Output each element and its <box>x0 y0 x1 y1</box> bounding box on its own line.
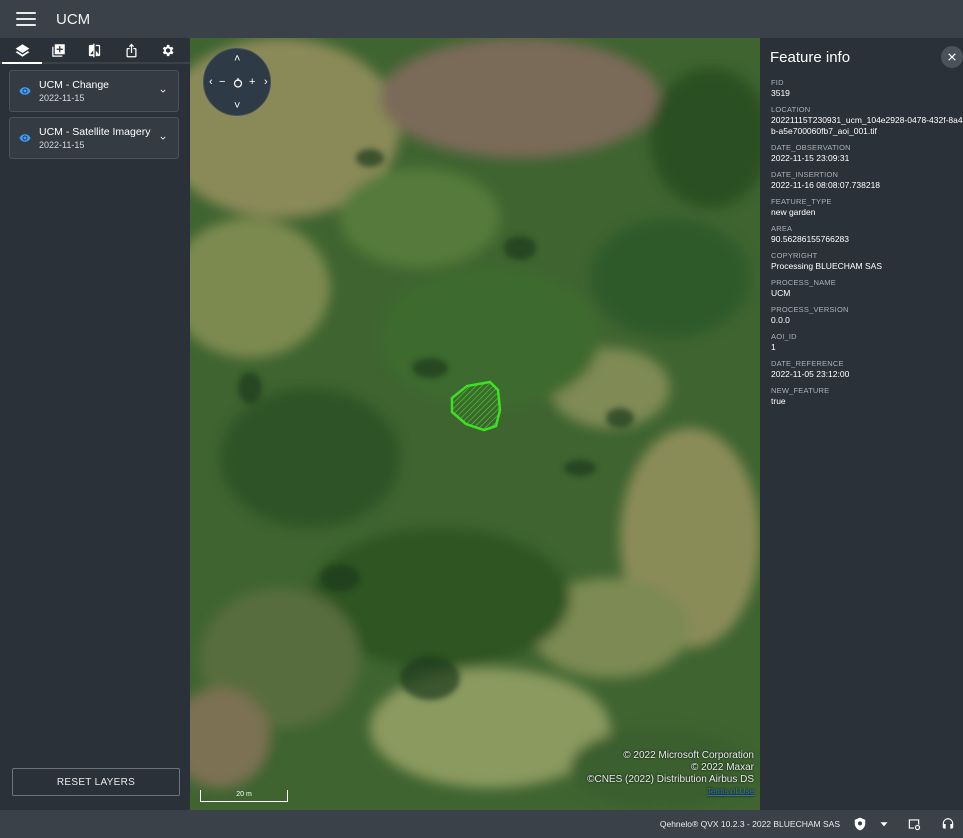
attribute-row: AREA 90.56286155766283 <box>771 223 963 245</box>
share-icon[interactable] <box>120 39 142 61</box>
attribute-value: Processing BLUECHAM SAS <box>771 261 883 271</box>
attribute-row: PROCESS_NAME UCM <box>771 277 963 299</box>
pan-down-icon[interactable]: ˅ <box>234 101 240 112</box>
attribution-line: ©CNES (2022) Distribution Airbus DS <box>587 774 754 785</box>
layer-name: UCM - Change <box>39 78 110 91</box>
shield-icon[interactable] <box>852 816 868 832</box>
attribute-row: NEW_FEATURE true <box>771 385 963 407</box>
close-icon <box>948 53 956 61</box>
menu-icon[interactable] <box>16 12 36 26</box>
map-attribution: © 2022 Microsoft Corporation © 2022 Maxa… <box>587 750 754 798</box>
attribute-value: 2022-11-15 23:09:31 <box>771 153 850 163</box>
attribute-key: NEW_FEATURE <box>771 386 830 395</box>
attribute-key: FEATURE_TYPE <box>771 197 832 206</box>
attribute-key: COPYRIGHT <box>771 251 818 260</box>
attribute-value: 1 <box>771 342 776 352</box>
attribute-value: 90.56286155766283 <box>771 234 849 244</box>
attribute-row: LOCATION 20221115T230931_ucm_104e2928-047… <box>771 104 963 137</box>
attribute-value: 0.0.0 <box>771 315 790 325</box>
panel-title: Feature info <box>770 49 851 66</box>
panel-toolbar <box>0 38 190 64</box>
attribute-row: PROCESS_VERSION 0.0.0 <box>771 304 963 326</box>
attribute-row: FID 3519 <box>771 77 963 99</box>
zoom-in-icon[interactable]: + <box>249 77 255 88</box>
status-bar: Qehnelo® QVX 10.2.3 - 2022 BLUECHAM SAS <box>0 810 963 838</box>
attribute-key: LOCATION <box>771 105 811 114</box>
satellite-imagery <box>190 38 760 810</box>
attribution-line: © 2022 Microsoft Corporation <box>623 750 754 761</box>
feature-info-panel: Feature info FID 3519 LOCATION 20221115T23… <box>760 38 963 810</box>
layers-panel: UCM - Change 2022-11-15 UCM - Satellite … <box>0 38 190 810</box>
eye-icon[interactable] <box>19 85 31 97</box>
attribute-value: true <box>771 396 786 406</box>
scale-bar: 20 m <box>200 790 288 802</box>
active-tab-indicator <box>2 62 42 64</box>
layer-date: 2022-11-15 <box>39 139 85 150</box>
attribution-line: © 2022 Maxar <box>691 762 754 773</box>
attribute-key: DATE_REFERENCE <box>771 359 844 368</box>
chevron-down-icon[interactable] <box>156 84 170 98</box>
close-button[interactable] <box>941 46 963 68</box>
chevron-down-icon[interactable] <box>156 131 170 145</box>
attribute-key: DATE_OBSERVATION <box>771 143 851 152</box>
scale-label: 20 m <box>236 791 252 798</box>
attribute-value: UCM <box>771 288 791 298</box>
layer-name: UCM - Satellite Imagery <box>39 125 151 138</box>
attribute-key: AREA <box>771 224 793 233</box>
app-bar: UCM <box>0 0 963 38</box>
attribute-key: PROCESS_NAME <box>771 278 836 287</box>
layer-date: 2022-11-15 <box>39 92 85 103</box>
attribute-row: DATE_OBSERVATION 2022-11-15 23:09:31 <box>771 142 963 164</box>
copyright-text: Qehnelo® QVX 10.2.3 - 2022 BLUECHAM SAS <box>659 819 840 829</box>
attribute-value: 2022-11-16 08:08:07.738218 <box>771 180 881 190</box>
caret-down-icon[interactable] <box>876 816 892 832</box>
layer-item-change[interactable]: UCM - Change 2022-11-15 <box>9 70 179 112</box>
attribute-key: DATE_INSERTION <box>771 170 839 179</box>
attribute-value: 20221115T230931_ucm_104e2928-0478-432f-8… <box>771 115 963 136</box>
reset-layers-button[interactable]: RESET LAYERS <box>12 768 180 796</box>
app-title: UCM <box>56 10 91 28</box>
layers-icon[interactable] <box>11 39 33 61</box>
map-navigation-control[interactable]: ˄ ˅ ‹ › − + <box>203 48 271 116</box>
reset-rotation-icon[interactable] <box>232 77 244 89</box>
pan-up-icon[interactable]: ˄ <box>234 54 240 65</box>
settings-icon[interactable] <box>157 39 179 61</box>
attribute-row: AOI_ID 1 <box>771 331 963 353</box>
attribute-row: DATE_INSERTION 2022-11-16 08:08:07.738218 <box>771 169 963 191</box>
feature-attributes: FID 3519 LOCATION 20221115T230931_ucm_104e… <box>771 77 963 412</box>
attribute-row: COPYRIGHT Processing BLUECHAM SAS <box>771 250 963 272</box>
terms-of-use-link[interactable]: Terms of Use <box>587 786 754 798</box>
attribute-value: 2022-11-05 23:12:00 <box>771 369 850 379</box>
pan-right-icon[interactable]: › <box>264 77 268 88</box>
attribute-row: FEATURE_TYPE new garden <box>771 196 963 218</box>
pan-left-icon[interactable]: ‹ <box>209 77 213 88</box>
support-icon[interactable] <box>940 816 956 832</box>
attribute-key: AOI_ID <box>771 332 797 341</box>
add-layer-icon[interactable] <box>48 39 70 61</box>
window-settings-icon[interactable] <box>906 816 922 832</box>
eye-icon[interactable] <box>19 132 31 144</box>
compare-icon[interactable] <box>84 39 106 61</box>
map-view[interactable]: ˄ ˅ ‹ › − + 20 m © 2022 Microsoft Corpor… <box>190 38 760 810</box>
attribute-key: PROCESS_VERSION <box>771 305 849 314</box>
zoom-out-icon[interactable]: − <box>219 77 225 88</box>
attribute-row: DATE_REFERENCE 2022-11-05 23:12:00 <box>771 358 963 380</box>
layer-item-satellite[interactable]: UCM - Satellite Imagery 2022-11-15 <box>9 117 179 159</box>
attribute-value: 3519 <box>771 88 790 98</box>
attribute-value: new garden <box>771 207 816 217</box>
attribute-key: FID <box>771 78 784 87</box>
